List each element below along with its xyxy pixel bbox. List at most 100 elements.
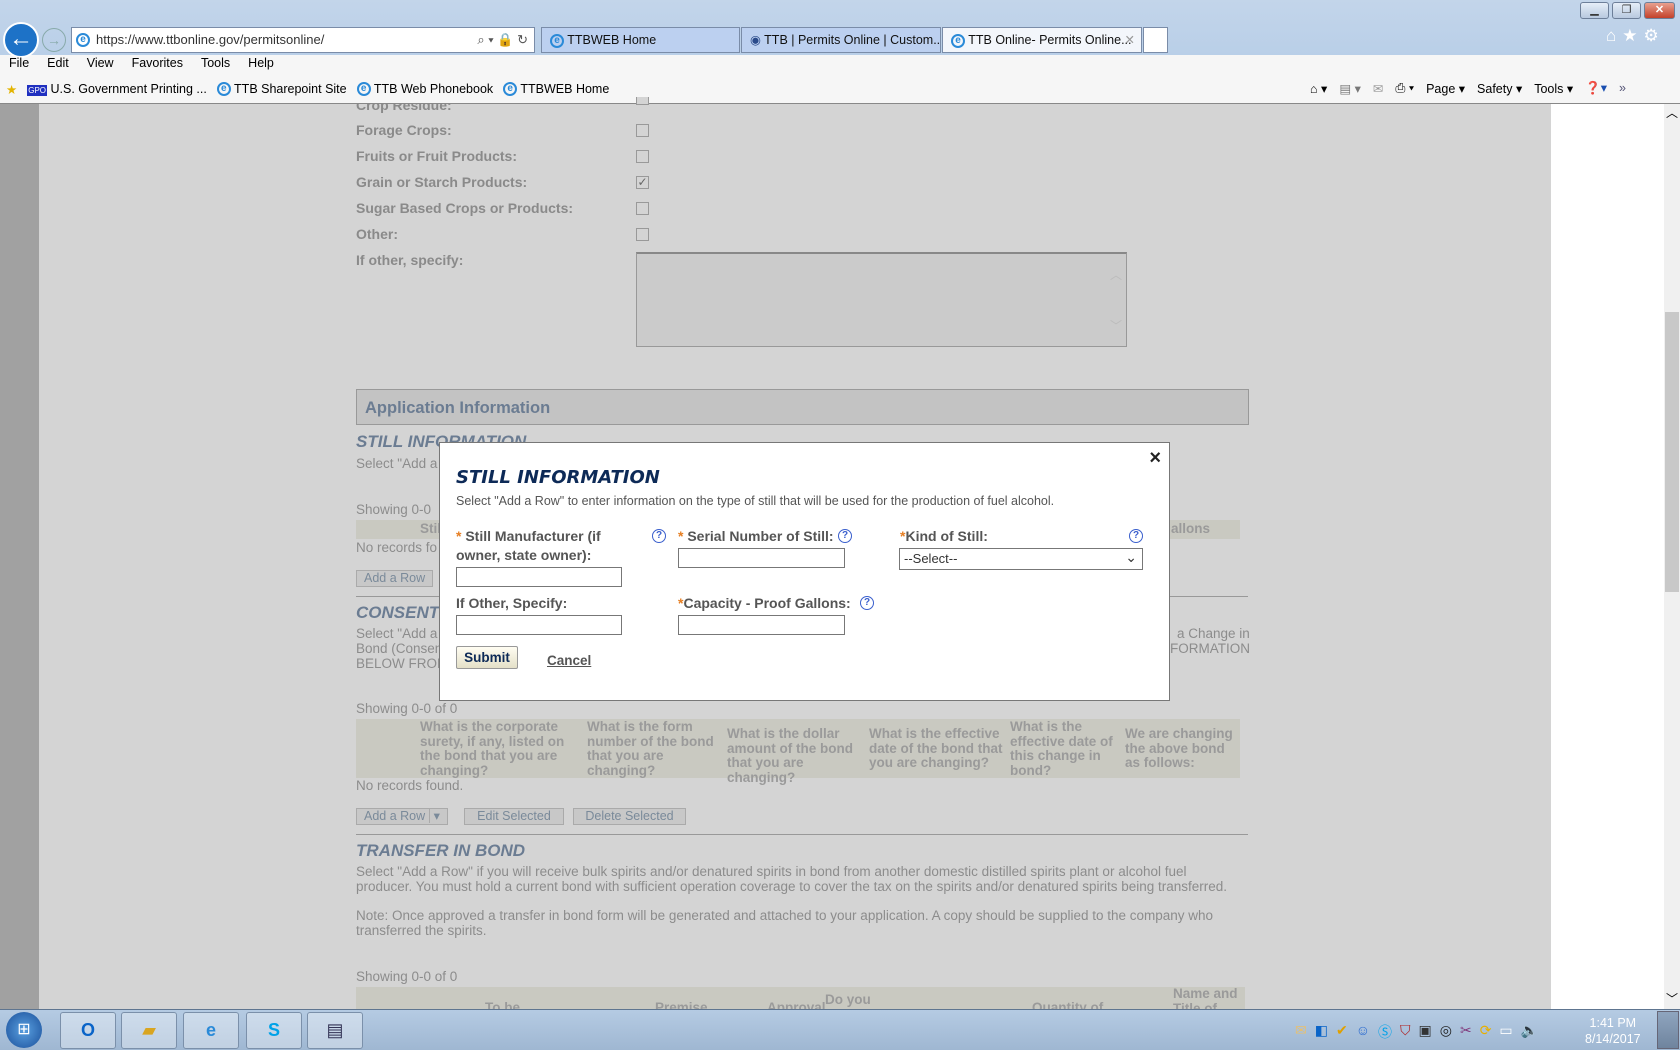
crop-residue-checkbox[interactable] bbox=[636, 97, 649, 105]
dialog-title: STILL INFORMATION bbox=[456, 467, 660, 488]
capacity-input[interactable] bbox=[678, 615, 845, 635]
fruits-checkbox[interactable] bbox=[636, 150, 649, 163]
home-icon[interactable]: ⌂ ▾ bbox=[1310, 81, 1327, 96]
add-row-label: Add a Row bbox=[364, 809, 426, 823]
required-marker: * bbox=[456, 528, 462, 544]
ie-icon: e bbox=[951, 33, 965, 48]
favorites-star-icon[interactable]: ★ bbox=[6, 82, 17, 97]
favorite-label: TTB Web Phonebook bbox=[373, 81, 494, 96]
still-manufacturer-input[interactable] bbox=[456, 567, 622, 587]
lock-icon[interactable]: ▣ bbox=[1419, 1022, 1432, 1042]
sync-icon[interactable]: ⟳ bbox=[1480, 1022, 1492, 1042]
favorite-ttbweb[interactable]: e TTBWEB Home bbox=[503, 82, 609, 97]
column-header: What is the effective date of the bond t… bbox=[869, 726, 1003, 770]
help-icon[interactable]: ? bbox=[860, 596, 874, 610]
taskbar-app-window[interactable]: ▤ bbox=[307, 1012, 363, 1049]
show-desktop-button[interactable] bbox=[1657, 1011, 1679, 1049]
sugar-checkbox[interactable] bbox=[636, 202, 649, 215]
consent-text: Select "Add a F bbox=[356, 626, 450, 641]
search-lock-refresh-icons[interactable]: ⌕ ▾ 🔒 ↻ bbox=[477, 28, 528, 52]
page-menu[interactable]: Page ▾ bbox=[1426, 81, 1465, 96]
delete-selected-button[interactable]: Delete Selected bbox=[573, 808, 686, 825]
tools-label: Tools bbox=[1534, 81, 1564, 96]
print-icon[interactable]: ⎙ ▾ bbox=[1395, 81, 1414, 96]
if-other-input[interactable] bbox=[456, 615, 622, 635]
clock[interactable]: 1:41 PM 8/14/2017 bbox=[1585, 1015, 1641, 1047]
taskbar-internet-explorer[interactable]: e bbox=[183, 1012, 239, 1049]
restore-button[interactable]: ❐ bbox=[1612, 2, 1641, 19]
edit-selected-button[interactable]: Edit Selected bbox=[464, 808, 564, 825]
tab-ttbweb-home[interactable]: e TTBWEB Home bbox=[541, 27, 740, 53]
close-dialog-button[interactable]: × bbox=[1149, 447, 1161, 470]
transfer-table-header: To be Premise Approval Do you Quantity o… bbox=[356, 987, 1245, 1009]
more-chevron-icon[interactable]: » bbox=[1619, 81, 1626, 95]
tab-ttb-online-active[interactable]: e TTB Online- Permits Online... ✕ bbox=[942, 27, 1142, 53]
menu-help[interactable]: Help bbox=[239, 56, 283, 74]
scrollbar-thumb[interactable] bbox=[1665, 312, 1679, 592]
new-tab-button[interactable] bbox=[1143, 27, 1168, 53]
tasks-icon[interactable]: ✔ bbox=[1336, 1022, 1348, 1042]
mcafee-icon[interactable]: ⛉ bbox=[1400, 1022, 1411, 1042]
specify-textarea[interactable]: ︿ ﹀ bbox=[636, 252, 1127, 347]
favorite-label: U.S. Government Printing ... bbox=[50, 82, 207, 96]
help-icon[interactable]: ❓▾ bbox=[1585, 80, 1607, 96]
skype-icon[interactable]: Ⓢ bbox=[1378, 1022, 1392, 1042]
page-left-margin bbox=[0, 104, 39, 1009]
forage-crops-checkbox[interactable] bbox=[636, 124, 649, 137]
help-icon[interactable]: ? bbox=[1129, 529, 1143, 543]
column-header: What is the dollar amount of the bond th… bbox=[727, 726, 853, 785]
help-icon[interactable]: ? bbox=[652, 529, 666, 543]
dropdown-arrow-icon[interactable]: ▾ bbox=[428, 809, 440, 823]
close-window-button[interactable]: ✕ bbox=[1644, 2, 1675, 19]
ie-icon: e bbox=[550, 33, 564, 48]
start-button[interactable]: ⊞ bbox=[6, 1012, 42, 1048]
menu-view[interactable]: View bbox=[78, 56, 123, 74]
address-bar[interactable]: e https://www.ttbonline.gov/permitsonlin… bbox=[71, 27, 535, 53]
feeds-icon[interactable]: ▤ ▾ bbox=[1339, 81, 1361, 96]
spiral-icon[interactable]: ◎ bbox=[1440, 1022, 1452, 1042]
menu-tools[interactable]: Tools bbox=[192, 56, 239, 74]
column-header: What is the effective date of this chang… bbox=[1010, 719, 1113, 778]
network-icon[interactable]: ▭ bbox=[1499, 1022, 1512, 1042]
user-icon[interactable]: ☺ bbox=[1356, 1022, 1370, 1042]
mail-icon[interactable]: ✉ bbox=[1295, 1022, 1307, 1042]
menu-file[interactable]: File bbox=[0, 56, 38, 74]
cancel-link[interactable]: Cancel bbox=[547, 653, 591, 668]
tab-label: TTBWEB Home bbox=[567, 33, 657, 47]
tab-ttb-permits-custom[interactable]: ◉ TTB | Permits Online | Custom... bbox=[741, 27, 941, 53]
column-header: Quantity of bbox=[1032, 1000, 1104, 1009]
favorite-gpo[interactable]: GPO U.S. Government Printing ... bbox=[27, 82, 207, 96]
kind-of-still-select[interactable]: --Select-- ⌄ bbox=[899, 548, 1143, 570]
menu-edit[interactable]: Edit bbox=[38, 56, 78, 74]
home-favorites-settings-icons[interactable]: ⌂★⚙ bbox=[1606, 26, 1665, 46]
taskbar-file-explorer[interactable]: ▰ bbox=[121, 1012, 177, 1049]
submit-button[interactable]: Submit bbox=[456, 646, 518, 669]
serial-number-input[interactable] bbox=[678, 548, 845, 568]
favorite-sharepoint[interactable]: e TTB Sharepoint Site bbox=[216, 82, 347, 97]
url-text: https://www.ttbonline.gov/permitsonline/ bbox=[96, 32, 325, 47]
column-header: What is the corporate surety, if any, li… bbox=[420, 719, 565, 778]
taskbar-outlook[interactable]: O bbox=[60, 1012, 116, 1049]
close-tab-icon[interactable]: ✕ bbox=[1125, 28, 1135, 52]
help-icon[interactable]: ? bbox=[838, 529, 852, 543]
favorite-phonebook[interactable]: e TTB Web Phonebook bbox=[356, 81, 494, 97]
consent-add-row-button[interactable]: Add a Row ▾ bbox=[356, 808, 448, 825]
tools-menu[interactable]: Tools ▾ bbox=[1534, 81, 1573, 96]
outlook-icon[interactable]: ◧ bbox=[1315, 1022, 1328, 1042]
safety-menu[interactable]: Safety ▾ bbox=[1477, 81, 1522, 96]
mail-icon[interactable]: ✉ bbox=[1373, 81, 1383, 96]
forward-button[interactable]: → bbox=[42, 28, 66, 52]
transfer-showing-count: Showing 0-0 of 0 bbox=[356, 969, 458, 984]
ie-page-icon: e bbox=[503, 82, 518, 97]
taskbar-skype[interactable]: S bbox=[246, 1012, 302, 1049]
ie-page-icon: e bbox=[356, 82, 371, 97]
volume-icon[interactable]: 🔈 bbox=[1521, 1022, 1538, 1042]
back-button[interactable]: ← bbox=[3, 22, 39, 58]
menu-favorites[interactable]: Favorites bbox=[123, 56, 192, 74]
still-add-row-button[interactable]: Add a Row bbox=[356, 570, 434, 587]
grain-checkbox[interactable]: ✓ bbox=[636, 176, 649, 189]
check-icon: ✓ bbox=[637, 175, 648, 189]
other-checkbox[interactable] bbox=[636, 228, 649, 241]
onenote-clip-icon[interactable]: ✂ bbox=[1460, 1022, 1472, 1042]
minimize-button[interactable]: ▁ bbox=[1580, 2, 1609, 19]
